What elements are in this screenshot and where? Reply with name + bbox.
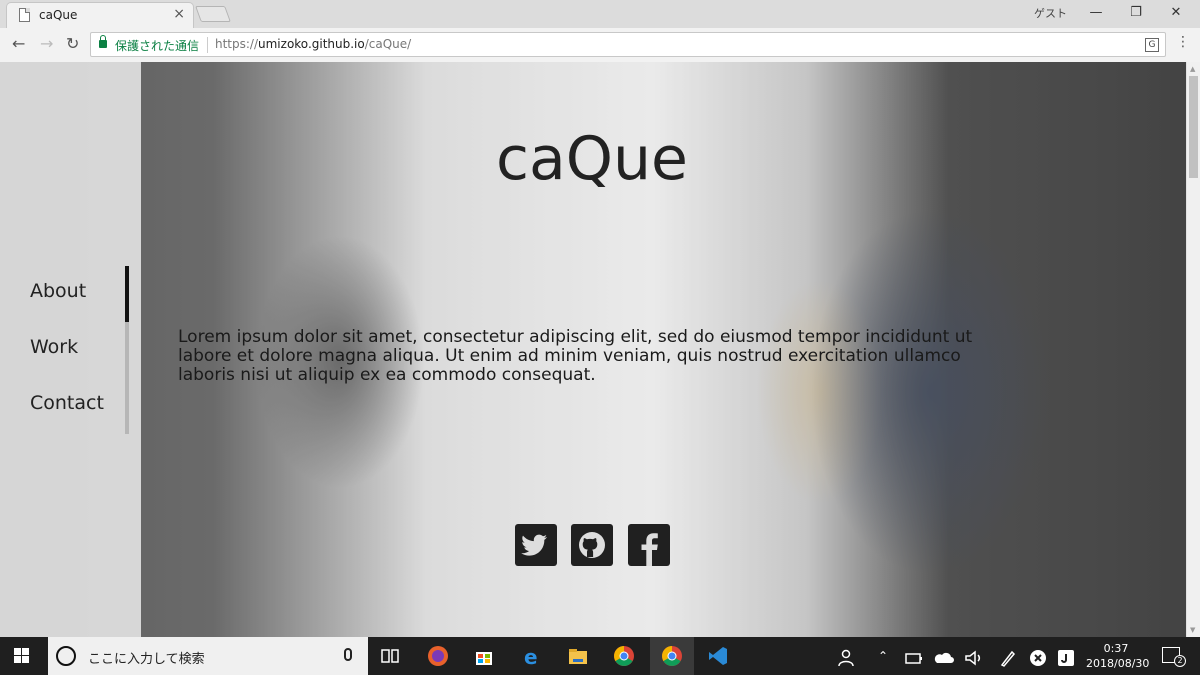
vscode-icon[interactable] <box>706 644 730 668</box>
pen-icon[interactable] <box>996 646 1020 670</box>
body-text: Lorem ipsum dolor sit amet, consectetur … <box>178 327 973 385</box>
url-text[interactable]: https://umizoko.github.io/caQue/ <box>215 37 411 51</box>
svg-text:e: e <box>524 645 538 668</box>
tab-strip: caQue × ゲスト — ❐ ✕ <box>0 0 1200 28</box>
nav-about[interactable]: About <box>30 280 86 302</box>
window-close-button[interactable]: ✕ <box>1156 2 1196 24</box>
menu-icon[interactable]: ⋮ <box>1176 34 1190 50</box>
browser-chrome: caQue × ゲスト — ❐ ✕ ← → ↻ 保護された通信 https://… <box>0 0 1200 62</box>
notification-count-badge: 2 <box>1174 655 1186 667</box>
tab-title: caQue <box>39 8 78 22</box>
windows-start-icon[interactable] <box>14 648 30 664</box>
nav-contact[interactable]: Contact <box>30 392 104 414</box>
url-path: /caQue/ <box>364 37 412 51</box>
translate-icon[interactable]: G <box>1145 38 1159 52</box>
facebook-icon <box>641 533 658 566</box>
url-host: umizoko.github.io <box>258 37 365 51</box>
twitter-link[interactable] <box>515 524 557 566</box>
scroll-up-icon[interactable]: ▲ <box>1190 65 1195 73</box>
edge-icon[interactable]: e <box>520 644 544 668</box>
onedrive-icon[interactable] <box>932 646 956 670</box>
forward-icon[interactable]: → <box>40 34 53 53</box>
github-link[interactable] <box>571 524 613 566</box>
chrome-icon[interactable] <box>612 644 636 668</box>
url-scheme: https:// <box>215 37 259 51</box>
clock-time: 0:37 <box>1103 642 1129 655</box>
taskbar-clock[interactable]: 0:37 2018/08/30 <box>1086 641 1150 671</box>
scroll-down-icon[interactable]: ▼ <box>1190 626 1195 634</box>
microphone-icon[interactable] <box>344 648 352 661</box>
store-icon[interactable] <box>472 644 496 668</box>
clock-date: 2018/08/30 <box>1086 657 1150 670</box>
reload-icon[interactable]: ↻ <box>66 34 79 53</box>
site-title: caQue <box>496 124 688 194</box>
url-divider <box>207 37 208 53</box>
tray-expand-icon[interactable]: ⌃ <box>878 649 888 663</box>
close-circle-icon[interactable] <box>1026 646 1050 670</box>
firefox-icon[interactable] <box>426 644 450 668</box>
cortana-icon[interactable] <box>56 646 76 666</box>
github-icon <box>579 532 605 558</box>
task-view-icon[interactable] <box>378 644 402 668</box>
minimize-button[interactable]: — <box>1076 2 1116 24</box>
restore-button[interactable]: ❐ <box>1116 2 1156 24</box>
app-tray-icon[interactable] <box>1054 646 1078 670</box>
security-label: 保護された通信 <box>115 39 200 53</box>
nav-active-indicator <box>125 266 129 322</box>
web-page: About Work Contact caQue Lorem ipsum dol… <box>0 62 1186 637</box>
volume-icon[interactable] <box>962 646 986 670</box>
windows-taskbar: ここに入力して検索 e ⌃ 0:37 2018/08/30 2 <box>0 637 1200 675</box>
scroll-thumb[interactable] <box>1189 76 1198 178</box>
chrome-guest-icon[interactable] <box>660 644 684 668</box>
twitter-icon <box>521 534 547 556</box>
nav-work[interactable]: Work <box>30 336 78 358</box>
lock-icon <box>99 35 107 48</box>
file-explorer-icon[interactable] <box>566 644 590 668</box>
battery-icon[interactable] <box>902 646 926 670</box>
taskbar-search-box[interactable]: ここに入力して検索 <box>48 637 368 675</box>
back-icon[interactable]: ← <box>12 34 25 53</box>
facebook-link[interactable] <box>628 524 670 566</box>
page-scrollbar[interactable]: ▲ ▼ <box>1186 62 1200 637</box>
people-icon[interactable] <box>836 646 860 670</box>
tab-close-icon[interactable]: × <box>173 6 185 22</box>
page-icon <box>19 8 30 22</box>
new-tab-button[interactable] <box>195 6 231 22</box>
tab-caque[interactable]: caQue × <box>6 2 194 28</box>
sidebar: About Work Contact <box>0 62 141 637</box>
address-bar[interactable]: 保護された通信 https://umizoko.github.io/caQue/… <box>90 32 1166 57</box>
profile-label[interactable]: ゲスト <box>1034 5 1067 21</box>
search-placeholder: ここに入力して検索 <box>88 652 205 667</box>
